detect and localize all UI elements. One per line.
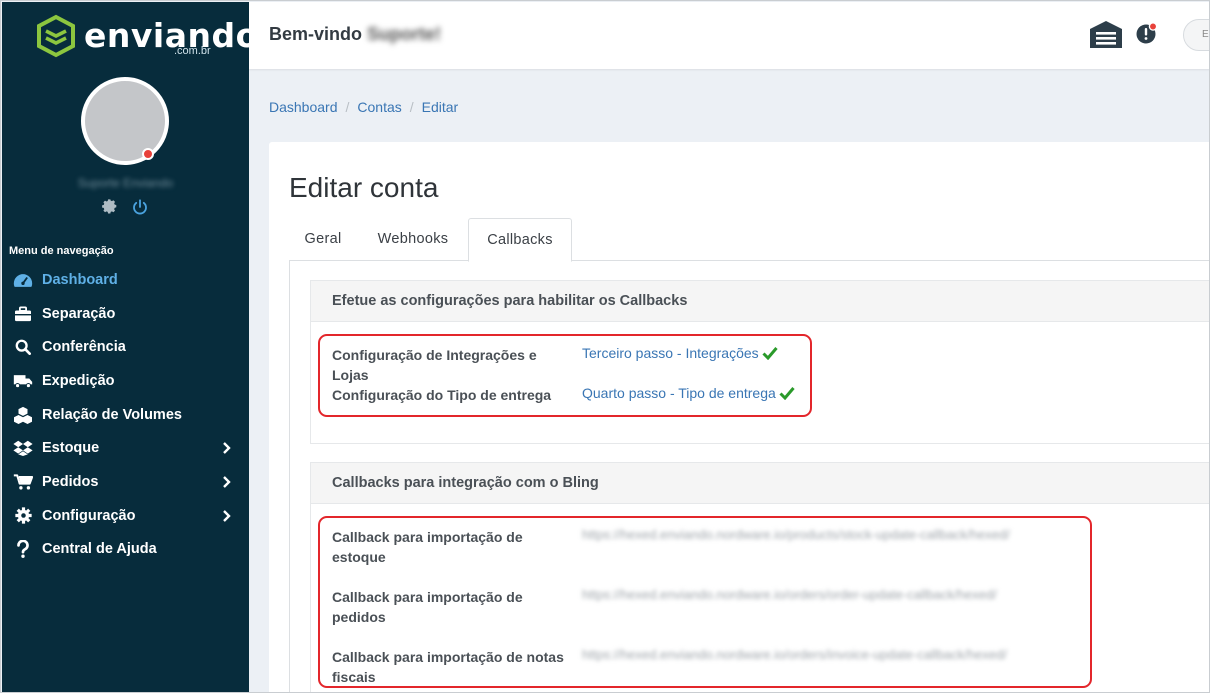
dropbox-icon	[13, 439, 33, 457]
sidebar-item-separacao[interactable]: Separação	[2, 297, 249, 331]
power-icon[interactable]	[131, 198, 149, 216]
logo-domain: .com.br	[174, 45, 211, 57]
chevron-right-icon	[223, 476, 231, 488]
nav-title: Menu de navegação	[9, 245, 114, 257]
tab-bar: Geral Webhooks Callbacks	[289, 218, 1209, 262]
sidebar-item-label: Conferência	[42, 339, 126, 356]
sidebar-item-conferencia[interactable]: Conferência	[2, 330, 249, 364]
logo[interactable]: enviando .com.br	[36, 14, 258, 62]
sidebar: enviando .com.br Suporte Enviando Menu d…	[2, 2, 258, 692]
sidebar-item-label: Dashboard	[42, 271, 118, 288]
header-menu-button[interactable]: E	[1183, 19, 1209, 51]
breadcrumb-editar[interactable]: Editar	[422, 99, 459, 115]
warehouse-icon[interactable]	[1089, 19, 1123, 49]
sidebar-item-label: Expedição	[42, 372, 115, 389]
page-title: Editar conta	[289, 172, 439, 203]
status-badge	[142, 148, 154, 160]
highlight-box	[318, 516, 1092, 688]
question-icon	[13, 540, 33, 559]
app-window: enviando .com.br Suporte Enviando Menu d…	[0, 0, 1210, 693]
cubes-icon	[13, 406, 33, 424]
highlight-box	[318, 334, 812, 417]
alert-icon[interactable]	[1136, 22, 1158, 44]
briefcase-icon	[13, 305, 33, 323]
sidebar-item-estoque[interactable]: Estoque	[2, 431, 249, 465]
sidebar-item-label: Separação	[42, 305, 116, 322]
sidebar-item-relacao-volumes[interactable]: Relação de Volumes	[2, 398, 249, 432]
breadcrumb: Dashboard / Contas / Editar	[269, 99, 458, 115]
cart-icon	[13, 473, 33, 491]
welcome-text: Bem-vindo Suporte!	[269, 24, 441, 45]
breadcrumb-contas[interactable]: Contas	[357, 99, 401, 115]
sidebar-item-label: Relação de Volumes	[42, 406, 182, 423]
user-name: Suporte Enviando	[77, 176, 174, 190]
tab-webhooks[interactable]: Webhooks	[367, 218, 459, 261]
welcome-label: Bem-vindo	[269, 24, 363, 44]
cube-logo-icon	[37, 14, 75, 58]
sidebar-item-expedicao[interactable]: Expedição	[2, 364, 249, 398]
breadcrumb-dashboard[interactable]: Dashboard	[269, 99, 338, 115]
gear-icon	[13, 507, 33, 525]
tab-geral[interactable]: Geral	[289, 218, 357, 261]
breadcrumb-separator: /	[345, 99, 350, 115]
sidebar-item-configuracao[interactable]: Configuração	[2, 499, 249, 533]
chevron-right-icon	[223, 442, 231, 455]
callbacks-panel-title: Callbacks para integração com o Bling	[311, 463, 1209, 504]
sidebar-item-dashboard[interactable]: Dashboard	[2, 263, 249, 297]
search-icon	[13, 338, 33, 356]
chevron-right-icon	[223, 509, 231, 522]
truck-icon	[13, 372, 33, 390]
avatar[interactable]	[81, 77, 169, 165]
tab-callbacks[interactable]: Callbacks	[468, 218, 572, 262]
sidebar-item-central-ajuda[interactable]: Central de Ajuda	[2, 533, 249, 567]
sidebar-nav: Dashboard Separação Conferência Expediçã…	[2, 263, 249, 566]
config-panel-title: Efetue as configurações para habilitar o…	[311, 281, 1209, 322]
sidebar-item-label: Estoque	[42, 440, 100, 457]
sidebar-item-label: Pedidos	[42, 473, 99, 490]
sidebar-item-pedidos[interactable]: Pedidos	[2, 465, 249, 499]
gear-icon[interactable]	[101, 198, 119, 216]
welcome-user: Suporte!	[367, 24, 442, 44]
logo-text: enviando	[84, 16, 259, 55]
tachometer-icon	[13, 271, 33, 289]
breadcrumb-separator: /	[409, 99, 414, 115]
top-header: Bem-vindo Suporte! E	[249, 2, 1209, 69]
user-actions	[101, 198, 149, 216]
sidebar-item-label: Central de Ajuda	[42, 541, 157, 558]
sidebar-item-label: Configuração	[42, 507, 136, 524]
